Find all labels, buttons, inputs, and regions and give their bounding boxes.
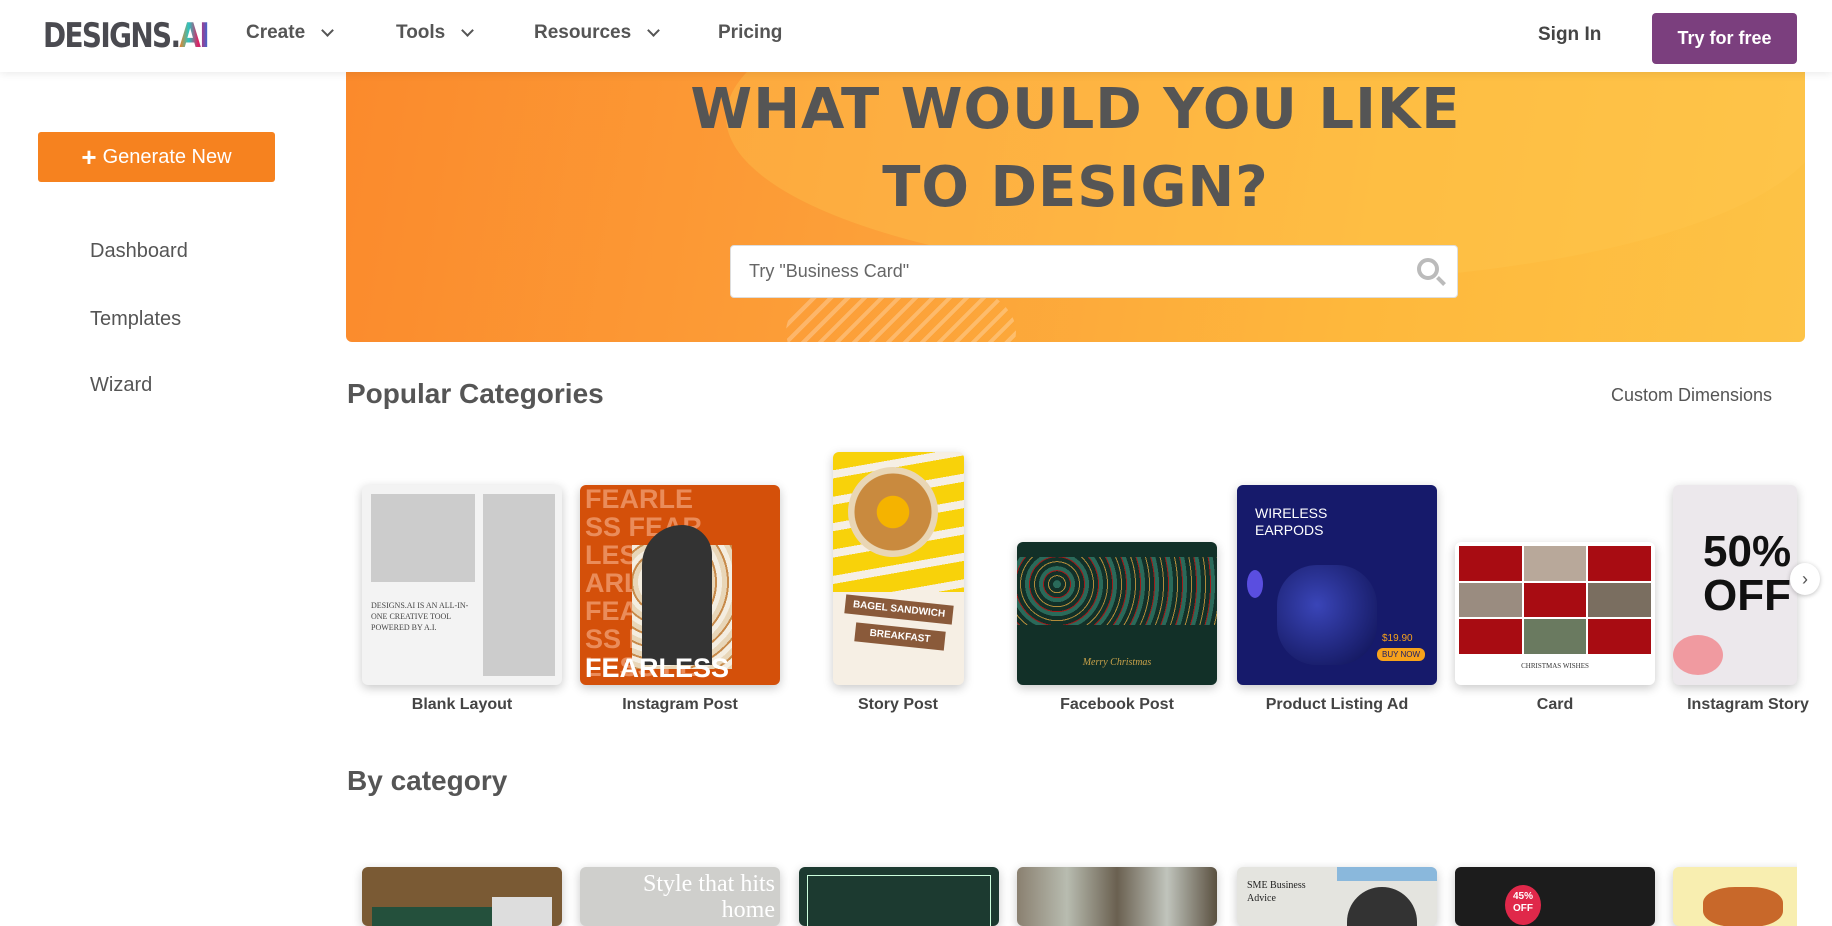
card-label[interactable]: Facebook Post: [1017, 696, 1217, 714]
price-text: $19.90: [1382, 633, 1413, 644]
card-label[interactable]: Blank Layout: [362, 696, 562, 714]
template-card-story-post[interactable]: BAGEL SANDWICH BREAKFAST: [833, 452, 964, 685]
card-text: 50% OFF: [1703, 527, 1792, 620]
nav-label: Tools: [396, 22, 446, 43]
card-text: CHRISTMAS WISHES: [1521, 662, 1589, 670]
generate-label: Generate New: [102, 145, 232, 168]
template-card-product-listing-ad[interactable]: WIRELESS EARPODS $19.90 BUY NOW: [1237, 485, 1437, 685]
template-card-instagram-post[interactable]: FEARLESS FEARLESS FEARLESS FEARLESS FEAR…: [580, 485, 780, 685]
chevron-right-icon: ›: [1802, 568, 1808, 589]
card-label[interactable]: Product Listing Ad: [1237, 696, 1437, 714]
placeholder-image: [371, 494, 475, 582]
logo-ai: AI: [179, 16, 209, 56]
sidebar-item-templates[interactable]: Templates: [90, 308, 181, 331]
nav-pricing[interactable]: Pricing: [718, 22, 782, 44]
card-label[interactable]: Instagram Post: [580, 696, 780, 714]
designs-ai-logo[interactable]: DESIGNS.AI: [43, 16, 210, 56]
chevron-down-icon: [321, 23, 335, 37]
category-card[interactable]: [799, 867, 999, 926]
nav-create[interactable]: Create: [246, 22, 335, 44]
template-card-card[interactable]: CHRISTMAS WISHES: [1455, 542, 1655, 685]
hero-banner: WHAT WOULD YOU LIKE TO DESIGN?: [346, 72, 1805, 342]
nav-label: Create: [246, 22, 306, 43]
category-card[interactable]: [1017, 867, 1217, 926]
card-text: FEARLESS: [585, 653, 730, 683]
template-card-facebook-post[interactable]: Merry Christmas: [1017, 542, 1217, 685]
hero-title-line1: WHAT WOULD YOU LIKE: [690, 77, 1461, 142]
nav-label: Resources: [534, 22, 632, 43]
card-text: SME Business Advice: [1247, 880, 1306, 904]
nav-tools[interactable]: Tools: [396, 22, 475, 44]
card-label[interactable]: Card: [1455, 696, 1655, 714]
carousel-next-button[interactable]: ›: [1790, 563, 1820, 595]
search-input[interactable]: [749, 261, 1389, 282]
placeholder-image: [483, 494, 555, 676]
card-text: WIRELESS EARPODS: [1255, 505, 1328, 538]
category-card[interactable]: [362, 867, 562, 926]
hero-title-line2: TO DESIGN?: [882, 155, 1269, 220]
template-card-blank-layout[interactable]: DESIGNS.AI IS AN ALL-IN-ONE CREATIVE TOO…: [362, 485, 562, 685]
generate-new-button[interactable]: + Generate New: [38, 132, 275, 182]
category-card[interactable]: [1673, 867, 1797, 926]
try-for-free-button[interactable]: Try for free: [1652, 13, 1797, 64]
card-text: 45% OFF: [1505, 885, 1541, 925]
category-card[interactable]: 45% OFF: [1455, 867, 1655, 926]
popular-categories-title: Popular Categories: [347, 378, 604, 409]
nav-resources[interactable]: Resources: [534, 22, 661, 44]
photo-grid: [1459, 546, 1651, 654]
category-card[interactable]: SME Business Advice: [1237, 867, 1437, 926]
card-text: Style that hits home: [643, 871, 775, 923]
card-text: DESIGNS.AI IS AN ALL-IN-ONE CREATIVE TOO…: [371, 601, 469, 632]
top-header: DESIGNS.AI Create Tools Resources Pricin…: [0, 0, 1832, 72]
sign-in-link[interactable]: Sign In: [1538, 24, 1601, 46]
custom-dimensions-link[interactable]: Custom Dimensions: [1611, 385, 1772, 406]
decor: [1673, 635, 1723, 675]
category-card[interactable]: Style that hits home: [580, 867, 780, 926]
decor: [1247, 570, 1263, 598]
sidebar-item-dashboard[interactable]: Dashboard: [90, 240, 188, 263]
card-text: BAGEL SANDWICH: [844, 594, 954, 625]
earpods-image: [1277, 565, 1377, 665]
bagel-image: [848, 467, 938, 557]
template-card-instagram-story[interactable]: 50% OFF: [1673, 485, 1797, 685]
buy-now-badge: BUY NOW: [1377, 648, 1426, 661]
card-text: BREAKFAST: [854, 622, 946, 651]
sidebar-item-wizard[interactable]: Wizard: [90, 374, 152, 397]
card-label[interactable]: Instagram Story: [1673, 696, 1823, 714]
chevron-down-icon: [461, 23, 475, 37]
logo-text: DESIGNS.: [43, 16, 181, 56]
ornament-pattern: [1017, 557, 1217, 625]
portrait-image: [632, 525, 732, 669]
by-category-title: By category: [347, 765, 508, 796]
search-icon[interactable]: [1417, 258, 1439, 280]
by-category-carousel: Style that hits home SME Business Advice…: [346, 860, 1797, 926]
nav-label: Pricing: [718, 22, 783, 43]
popular-categories-carousel: DESIGNS.AI IS AN ALL-IN-ONE CREATIVE TOO…: [346, 440, 1832, 720]
card-text: Merry Christmas: [1082, 657, 1152, 668]
chevron-down-icon: [647, 23, 661, 37]
card-label[interactable]: Story Post: [798, 696, 998, 714]
plus-icon: +: [81, 141, 97, 172]
search-box[interactable]: [730, 245, 1458, 298]
